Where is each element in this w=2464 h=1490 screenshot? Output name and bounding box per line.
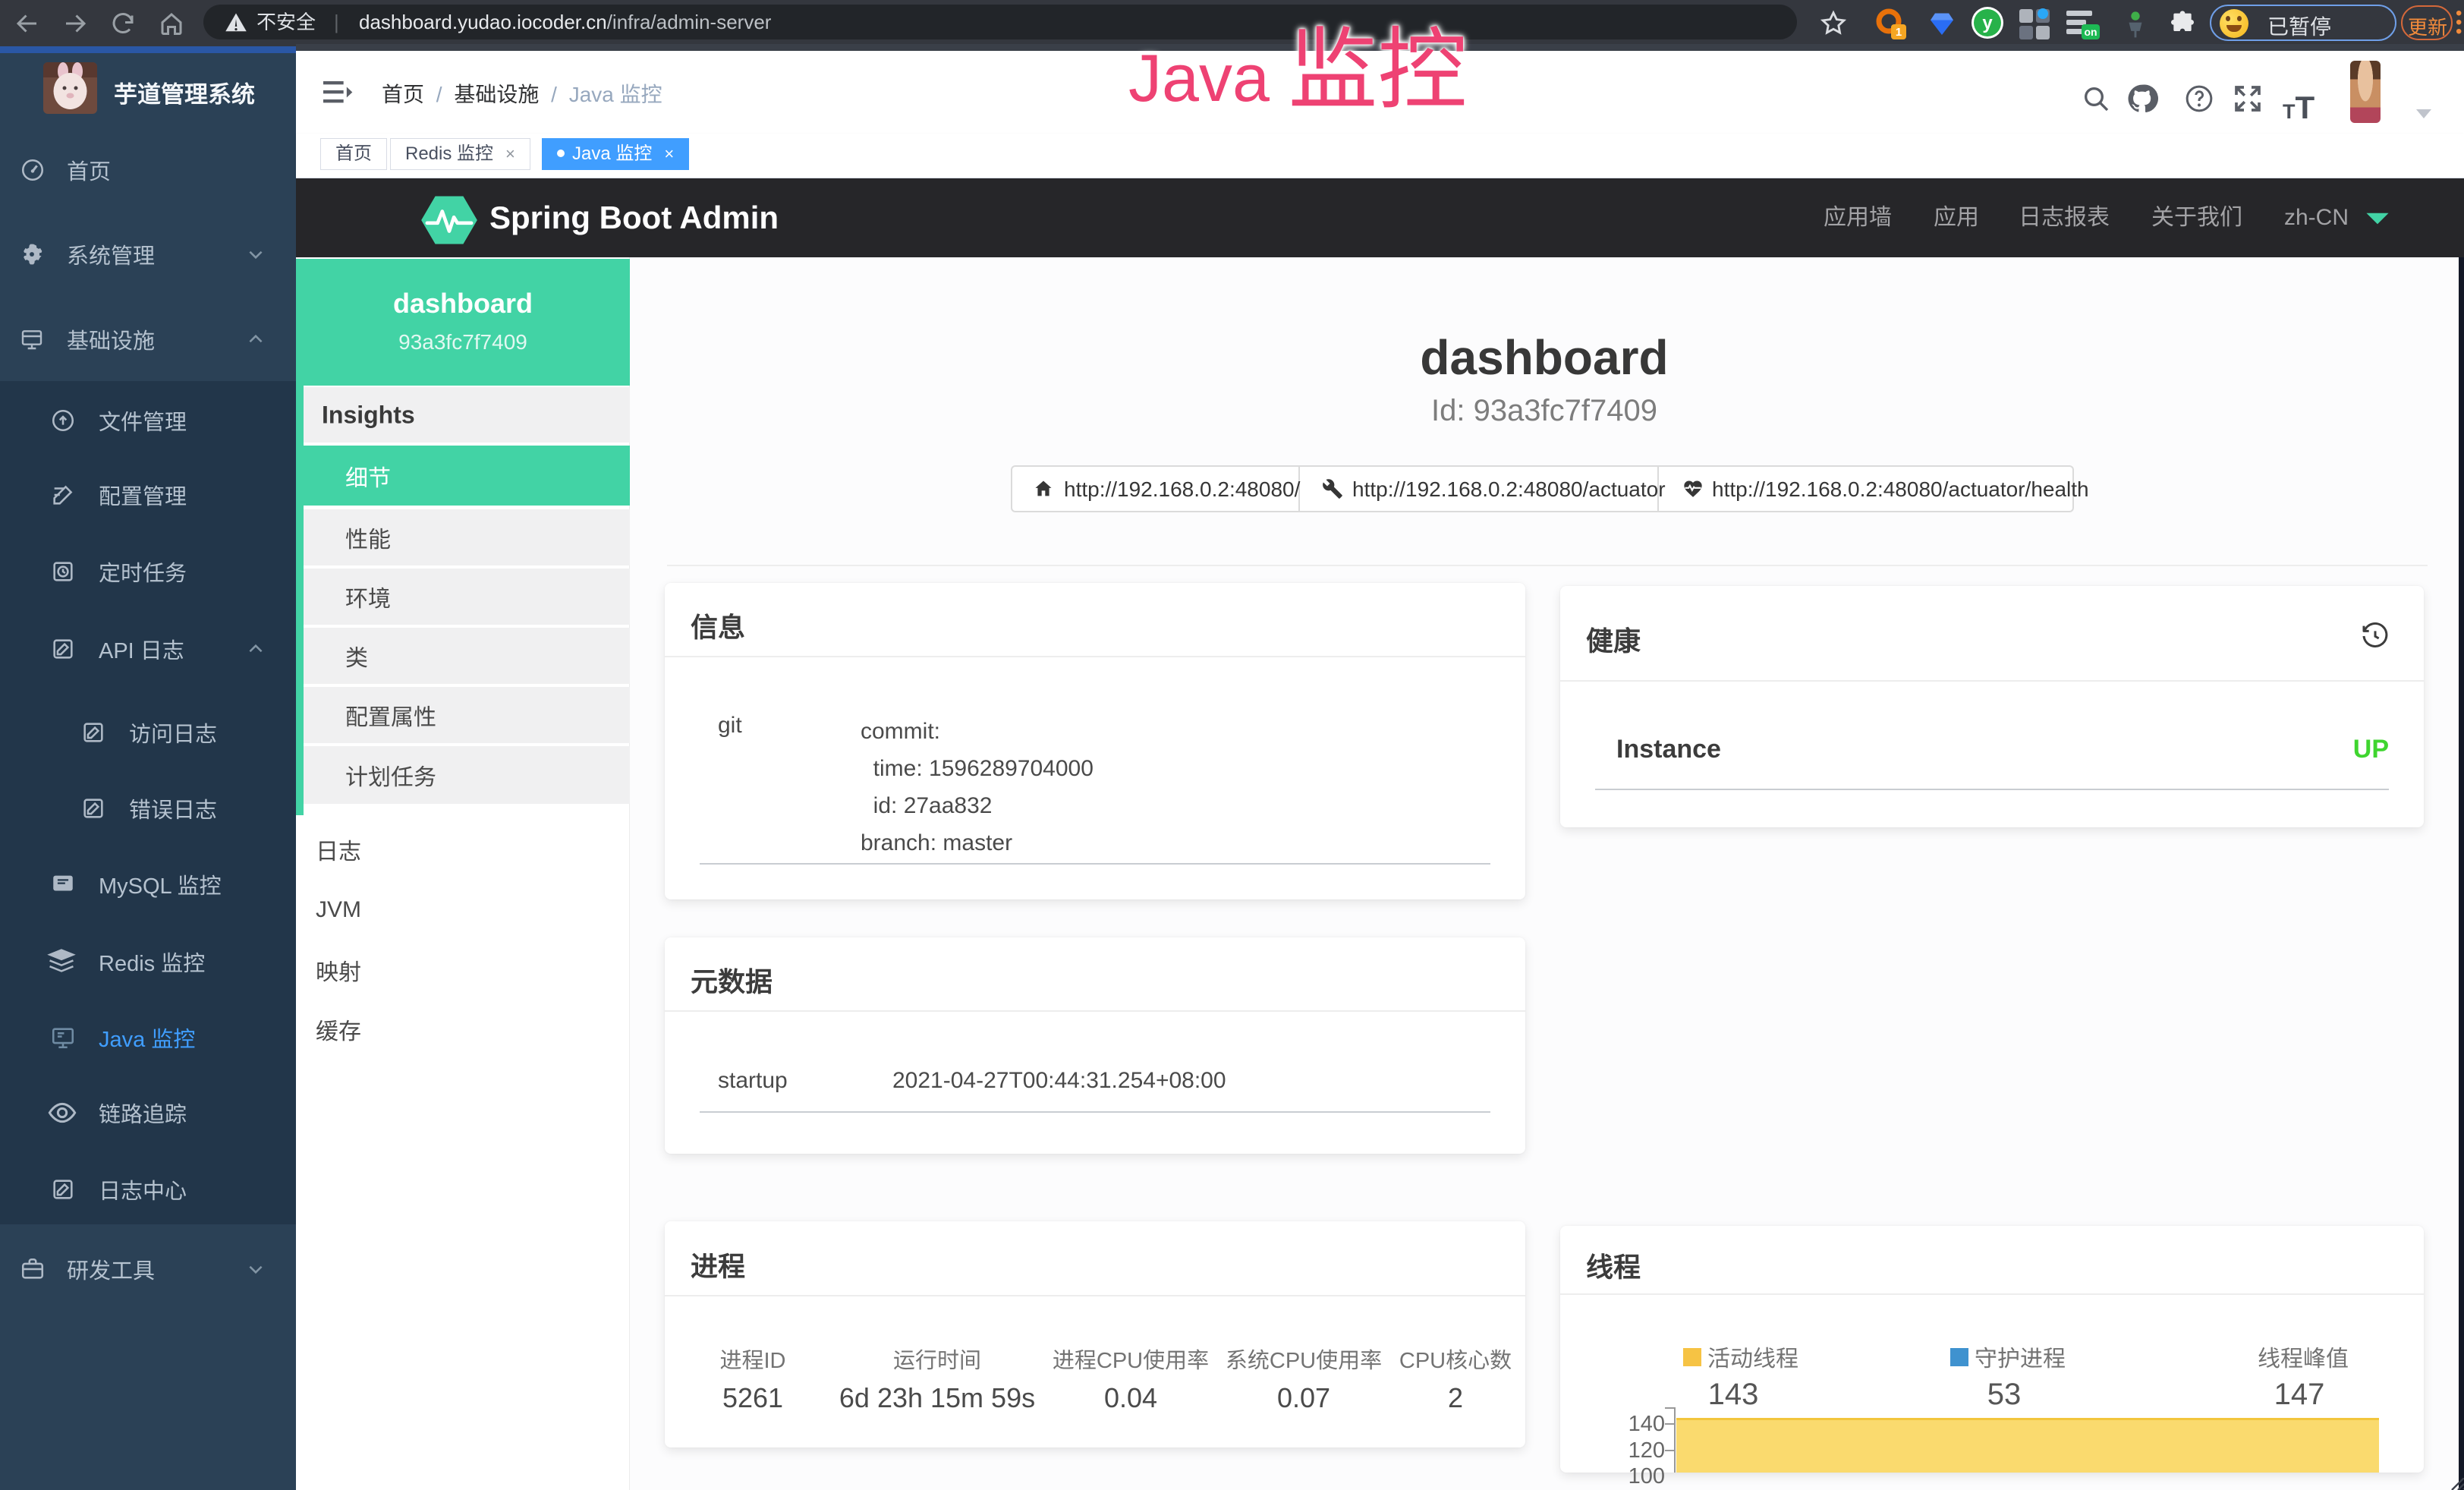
svg-text:on: on bbox=[2084, 26, 2097, 38]
svg-text:1: 1 bbox=[1896, 26, 1902, 39]
svg-text:y: y bbox=[1982, 13, 1993, 33]
